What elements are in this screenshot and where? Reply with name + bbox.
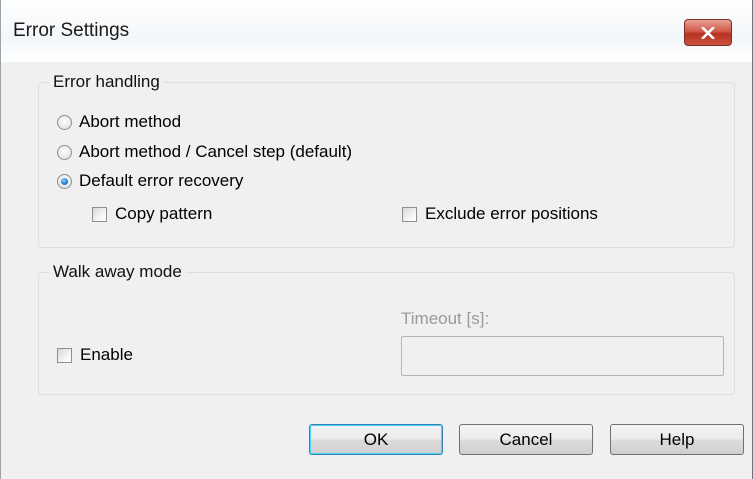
radio-label: Abort method: [79, 112, 182, 131]
title-bar[interactable]: Error Settings: [1, 0, 752, 62]
exclude-error-positions-checkbox[interactable]: Exclude error positions: [402, 204, 598, 224]
ok-button[interactable]: OK: [309, 424, 443, 455]
radio-button[interactable]: [57, 173, 72, 189]
cancel-button[interactable]: Cancel: [459, 424, 593, 455]
radio-label: Abort method / Cancel step (default): [79, 142, 353, 161]
timeout-input[interactable]: [401, 336, 724, 376]
checkbox-box[interactable]: [92, 206, 107, 222]
walk-away-mode-group: Walk away mode: [38, 261, 735, 395]
error-handling-label: Error handling: [49, 71, 164, 93]
walk-away-mode-label: Walk away mode: [49, 261, 186, 283]
error-settings-dialog: Error Settings Error handling Abort meth…: [0, 0, 753, 479]
radio-label: Default error recovery: [79, 171, 244, 190]
close-button[interactable]: [684, 19, 732, 46]
radio-abort-method[interactable]: Abort method: [57, 112, 181, 132]
window-title: Error Settings: [13, 20, 130, 41]
checkbox-label: Exclude error positions: [425, 204, 598, 223]
radio-abort-cancel-step[interactable]: Abort method / Cancel step (default): [57, 142, 352, 162]
timeout-label: Timeout [s]:: [401, 309, 490, 328]
checkbox-box[interactable]: [402, 206, 417, 222]
radio-button[interactable]: [57, 114, 72, 130]
close-icon: [701, 26, 715, 39]
enable-checkbox[interactable]: Enable: [57, 345, 133, 365]
radio-default-error-recovery[interactable]: Default error recovery: [57, 171, 243, 191]
checkbox-label: Enable: [80, 345, 133, 364]
radio-button[interactable]: [57, 144, 72, 160]
checkbox-label: Copy pattern: [115, 204, 213, 223]
dialog-body: Error handling Abort method Abort method…: [11, 62, 744, 479]
checkbox-box[interactable]: [57, 347, 72, 363]
copy-pattern-checkbox[interactable]: Copy pattern: [92, 204, 212, 224]
help-button[interactable]: Help: [610, 424, 744, 455]
